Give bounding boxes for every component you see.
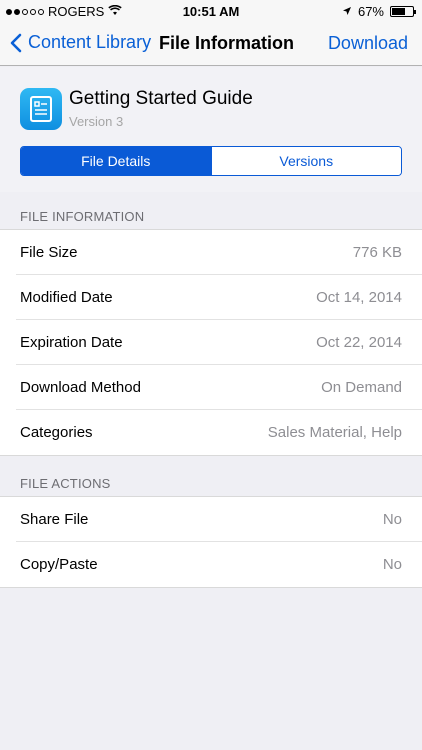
row-label: Modified Date [20, 289, 113, 306]
row-label: File Size [20, 244, 78, 261]
row-value: Sales Material, Help [267, 424, 402, 441]
row-value: No [382, 511, 402, 528]
navigation-bar: Content Library File Information Downloa… [0, 22, 422, 66]
row-value: No [382, 556, 402, 573]
download-method-row: Download Method On Demand [0, 365, 422, 410]
status-bar: ROGERS 10:51 AM 67% [0, 0, 422, 22]
file-title: Getting Started Guide [69, 88, 253, 109]
copy-paste-row: Copy/Paste No [0, 542, 422, 587]
tab-file-details[interactable]: File Details [21, 147, 211, 175]
segmented-control: File Details Versions [20, 146, 402, 176]
file-size-row: File Size 776 KB [0, 230, 422, 275]
row-label: Download Method [20, 379, 141, 396]
battery-level [392, 8, 406, 15]
row-value: Oct 22, 2014 [316, 334, 402, 351]
modified-date-row: Modified Date Oct 14, 2014 [0, 275, 422, 320]
share-file-row: Share File No [0, 497, 422, 542]
back-button-label: Content Library [28, 32, 152, 52]
back-button[interactable]: Content Library [10, 32, 151, 53]
file-version: Version 3 [69, 114, 124, 129]
battery-percentage: 67% [357, 4, 384, 19]
page-title: File Information [159, 33, 294, 53]
row-label: Categories [20, 424, 93, 441]
row-value: 776 KB [352, 244, 402, 261]
document-icon [20, 88, 62, 130]
location-arrow-icon [342, 4, 352, 19]
chevron-left-icon [10, 33, 22, 52]
download-button[interactable]: Download [328, 33, 408, 54]
file-header: Getting Started Guide Version 3 File Det… [0, 67, 422, 192]
row-value: Oct 14, 2014 [316, 289, 402, 306]
file-actions-header: FILE ACTIONS [20, 476, 111, 491]
row-value: On Demand [321, 379, 402, 396]
file-actions-table: Share File No Copy/Paste No [0, 496, 422, 588]
file-information-header: FILE INFORMATION [20, 209, 145, 224]
battery-icon [390, 6, 416, 17]
row-label: Expiration Date [20, 334, 123, 351]
row-label: Share File [20, 511, 89, 528]
expiration-date-row: Expiration Date Oct 22, 2014 [0, 320, 422, 365]
row-label: Copy/Paste [20, 556, 98, 573]
tab-versions[interactable]: Versions [210, 147, 401, 175]
file-information-table: File Size 776 KB Modified Date Oct 14, 2… [0, 229, 422, 456]
categories-row: Categories Sales Material, Help [0, 410, 422, 455]
status-right: 67% [342, 4, 416, 19]
